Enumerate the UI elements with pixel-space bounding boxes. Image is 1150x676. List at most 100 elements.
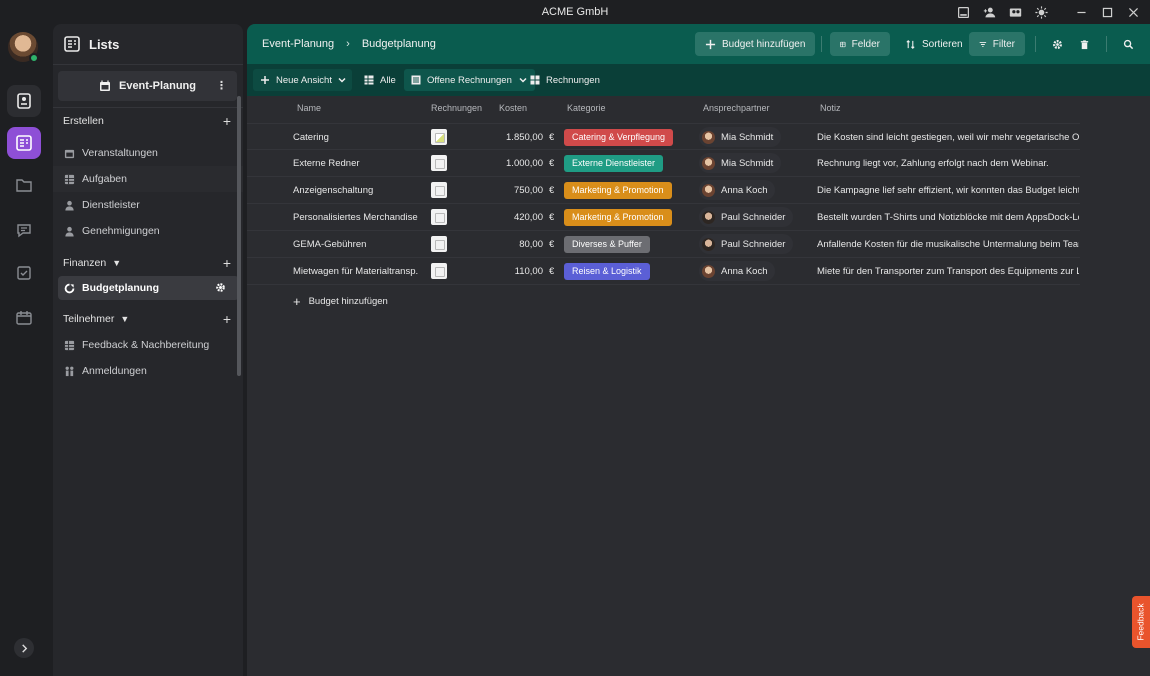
column-header-notiz[interactable]: Notiz <box>820 103 841 113</box>
delete-button[interactable] <box>1072 32 1096 56</box>
cell-invoice[interactable] <box>431 124 447 150</box>
cell-category[interactable]: Externe Dienstleister <box>564 150 664 176</box>
cell-note[interactable]: Rechnung liegt vor, Zahlung erfolgt nach… <box>817 150 1079 176</box>
invoice-thumbnail[interactable] <box>431 129 447 145</box>
cell-note[interactable]: Anfallende Kosten für die musikalische U… <box>817 231 1079 257</box>
rail-files-button[interactable] <box>7 169 41 201</box>
cell-category[interactable]: Marketing & Promotion <box>564 204 672 230</box>
cell-category[interactable]: Catering & Verpflegung <box>564 124 674 150</box>
cell-invoice[interactable] <box>431 150 447 176</box>
column-header-ansprechpartner[interactable]: Ansprechpartner <box>703 103 770 113</box>
sidebar-item-dienstleister[interactable]: Dienstleister <box>53 192 243 218</box>
maximize-icon[interactable] <box>1096 2 1118 22</box>
table-row[interactable]: GEMA-Gebühren 80,00 € Diverses & Puffer Paul… <box>247 231 1080 258</box>
breadcrumb-event-planung[interactable]: Event-Planung <box>262 38 334 50</box>
view-dropdown-button[interactable] <box>332 69 352 91</box>
rail-tasks-button[interactable] <box>7 257 41 289</box>
cell-contact[interactable]: Paul Schneider <box>699 231 794 257</box>
cell-cost[interactable]: 80,00 <box>485 231 543 257</box>
column-header-kategorie[interactable]: Kategorie <box>567 103 606 113</box>
cell-cost[interactable]: 750,00 <box>485 177 543 203</box>
close-icon[interactable] <box>1122 2 1144 22</box>
cell-note[interactable]: Miete für den Transporter zum Transport … <box>817 258 1079 284</box>
cell-name[interactable]: Anzeigenschaltung <box>293 177 418 203</box>
contact-chip[interactable]: Mia Schmidt <box>699 127 782 147</box>
cell-note[interactable]: Die Kosten sind leicht gestiegen, weil w… <box>817 124 1079 150</box>
sidebar-item-aufgaben[interactable]: Aufgaben <box>53 166 243 192</box>
new-view-button[interactable]: Neue Ansicht <box>253 69 339 91</box>
contact-chip[interactable]: Mia Schmidt <box>699 153 782 173</box>
add-list-teilnehmer-icon[interactable]: + <box>223 311 231 327</box>
event-selector[interactable]: Event-Planung ⋮ <box>58 71 237 101</box>
sort-button[interactable]: Sortieren <box>895 32 973 56</box>
cell-contact[interactable]: Mia Schmidt <box>699 150 782 176</box>
cell-note[interactable]: Die Kampagne lief sehr effizient, wir ko… <box>817 177 1079 203</box>
add-user-icon[interactable] <box>978 2 1000 22</box>
more-options-icon[interactable]: ⋮ <box>216 79 227 92</box>
feedback-tab[interactable]: Feedback <box>1132 596 1150 648</box>
user-avatar[interactable] <box>8 32 39 63</box>
sidebar-item-veranstaltungen[interactable]: Veranstaltungen <box>53 140 243 166</box>
section-teilnehmer[interactable]: Teilnehmer ▼ + <box>53 306 243 332</box>
cell-invoice[interactable] <box>431 177 447 203</box>
invoice-thumbnail[interactable] <box>431 209 447 225</box>
sidebar-item-feedback[interactable]: Feedback & Nachbereitung <box>53 332 243 358</box>
contact-chip[interactable]: Paul Schneider <box>699 207 794 227</box>
table-row[interactable]: Personalisiertes Merchandise 420,00 € Marke… <box>247 204 1080 231</box>
column-header-rechnungen[interactable]: Rechnungen <box>431 103 482 113</box>
layout-icon[interactable] <box>952 2 974 22</box>
add-budget-row-button[interactable]: + Budget hinzufügen <box>293 294 388 309</box>
rail-calendar-button[interactable] <box>7 302 41 334</box>
invoice-thumbnail[interactable] <box>431 236 447 252</box>
cell-cost[interactable]: 420,00 <box>485 204 543 230</box>
cell-contact[interactable]: Anna Koch <box>699 258 776 284</box>
cell-category[interactable]: Marketing & Promotion <box>564 177 672 203</box>
column-header-name[interactable]: Name <box>297 103 321 113</box>
add-budget-button[interactable]: Budget hinzufügen <box>695 32 816 56</box>
view-tab-alle[interactable]: Alle <box>357 69 403 91</box>
invoice-thumbnail[interactable] <box>431 155 447 171</box>
table-row[interactable]: Catering 1.850,00 € Catering & Verpflegung M… <box>247 123 1080 150</box>
cell-invoice[interactable] <box>431 258 447 284</box>
sidebar-scrollbar[interactable] <box>237 96 241 376</box>
view-tab-rechnungen[interactable]: Rechnungen <box>523 69 607 91</box>
cell-note[interactable]: Bestellt wurden T-Shirts und Notizblöcke… <box>817 204 1079 230</box>
cell-name[interactable]: Personalisiertes Merchandise <box>293 204 418 230</box>
theme-sun-icon[interactable] <box>1030 2 1052 22</box>
view-tab-offene-rechnungen[interactable]: Offene Rechnungen <box>404 69 535 91</box>
minimize-icon[interactable] <box>1070 2 1092 22</box>
settings-button[interactable] <box>1045 32 1069 56</box>
users-icon[interactable] <box>1004 2 1026 22</box>
cell-category[interactable]: Diverses & Puffer <box>564 231 650 257</box>
chevron-down-icon[interactable]: ▼ <box>112 258 121 268</box>
contact-chip[interactable]: Paul Schneider <box>699 234 794 254</box>
cell-name[interactable]: Mietwagen für Materialtransp... <box>293 258 418 284</box>
section-finanzen[interactable]: Finanzen ▼ + <box>53 250 243 276</box>
cell-invoice[interactable] <box>431 204 447 230</box>
cell-category[interactable]: Reisen & Logistik <box>564 258 650 284</box>
invoice-thumbnail[interactable] <box>431 263 447 279</box>
cell-contact[interactable]: Anna Koch <box>699 177 776 203</box>
contact-chip[interactable]: Anna Koch <box>699 261 776 281</box>
cell-contact[interactable]: Paul Schneider <box>699 204 794 230</box>
invoice-thumbnail[interactable] <box>431 182 447 198</box>
cell-cost[interactable]: 110,00 <box>485 258 543 284</box>
search-button[interactable] <box>1116 32 1140 56</box>
rail-contacts-button[interactable] <box>7 85 41 117</box>
chevron-down-icon[interactable]: ▼ <box>120 314 129 324</box>
cell-name[interactable]: Catering <box>293 124 418 150</box>
sidebar-item-budgetplanung[interactable]: Budgetplanung <box>58 276 239 300</box>
column-header-kosten[interactable]: Kosten <box>499 103 527 113</box>
rail-chat-button[interactable] <box>7 214 41 246</box>
add-list-finanzen-icon[interactable]: + <box>223 255 231 271</box>
cell-name[interactable]: GEMA-Gebühren <box>293 231 418 257</box>
cell-cost[interactable]: 1.850,00 <box>485 124 543 150</box>
contact-chip[interactable]: Anna Koch <box>699 180 776 200</box>
expand-rail-button[interactable] <box>14 638 34 658</box>
table-row[interactable]: Anzeigenschaltung 750,00 € Marketing & Prom… <box>247 177 1080 204</box>
cell-contact[interactable]: Mia Schmidt <box>699 124 782 150</box>
cell-cost[interactable]: 1.000,00 <box>485 150 543 176</box>
fields-button[interactable]: Felder <box>830 32 890 56</box>
cell-invoice[interactable] <box>431 231 447 257</box>
table-row[interactable]: Mietwagen für Materialtransp... 110,00 € Re… <box>247 258 1080 285</box>
